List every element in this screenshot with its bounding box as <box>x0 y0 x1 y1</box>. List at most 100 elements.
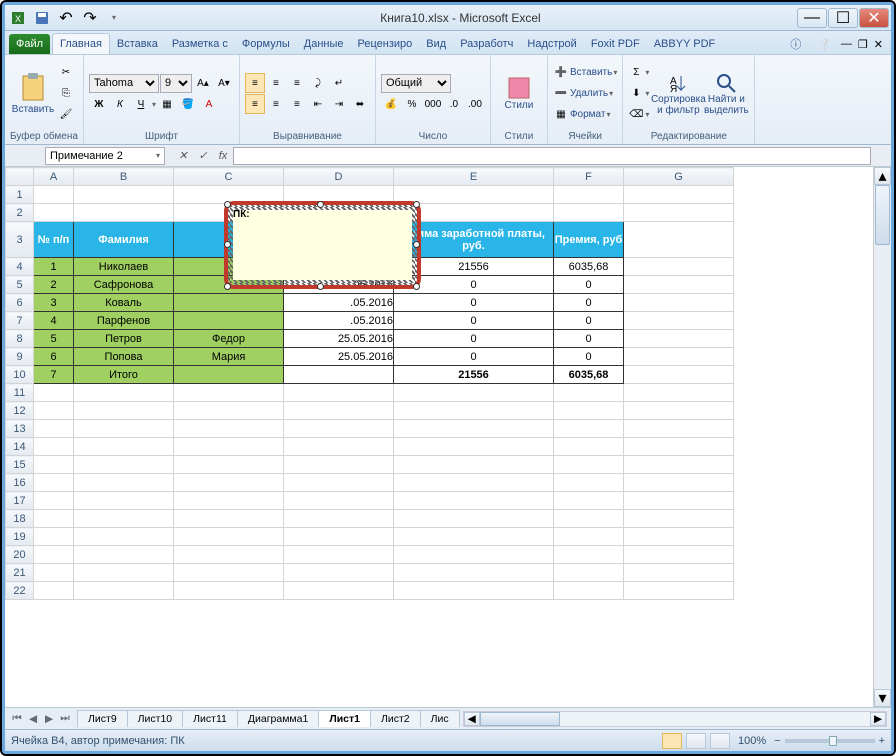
page-break-view-icon[interactable] <box>710 733 730 749</box>
underline-icon[interactable]: Ч <box>131 94 151 114</box>
find-select-button[interactable]: Найти и выделить <box>703 64 749 124</box>
row-header[interactable]: 1 <box>6 186 34 204</box>
increase-font-icon[interactable]: A▴ <box>193 73 213 93</box>
col-header[interactable]: E <box>394 168 554 186</box>
maximize-button[interactable]: ☐ <box>828 8 858 28</box>
font-size-select[interactable]: 9 <box>160 74 192 93</box>
col-header[interactable]: C <box>174 168 284 186</box>
col-header[interactable]: D <box>284 168 394 186</box>
comment-box[interactable]: ПК: <box>233 209 413 220</box>
sheet-tab[interactable]: Лист10 <box>127 710 184 727</box>
tab-insert[interactable]: Вставка <box>110 34 165 54</box>
sheet-tab[interactable]: Лист2 <box>370 710 421 727</box>
orientation-icon[interactable]: ⤸ <box>308 73 328 93</box>
italic-icon[interactable]: К <box>110 94 130 114</box>
cancel-fx-icon[interactable]: ✕ <box>173 147 193 165</box>
tab-layout[interactable]: Разметка с <box>165 34 235 54</box>
formula-input[interactable] <box>233 147 871 165</box>
align-left-icon[interactable]: ≡ <box>245 94 265 114</box>
format-cells-icon[interactable]: ▦ <box>553 107 569 123</box>
scroll-right-icon[interactable]: ▶ <box>870 712 886 726</box>
doc-close-button[interactable]: ✕ <box>874 38 883 51</box>
doc-minimize-button[interactable]: — <box>841 38 852 50</box>
sheet-tab[interactable]: Лист9 <box>77 710 128 727</box>
bold-icon[interactable]: Ж <box>89 94 109 114</box>
tab-nav-next-icon[interactable]: ▶ <box>41 711 57 727</box>
align-center-icon[interactable]: ≡ <box>266 94 286 114</box>
decrease-decimal-icon[interactable]: .00 <box>465 94 485 114</box>
font-color-icon[interactable]: A <box>199 94 219 114</box>
horizontal-scrollbar[interactable]: ◀ ▶ <box>463 711 887 727</box>
comma-icon[interactable]: 000 <box>423 94 443 114</box>
zoom-out-icon[interactable]: − <box>774 735 780 747</box>
delete-cells-icon[interactable]: ➖ <box>553 86 569 102</box>
page-layout-view-icon[interactable] <box>686 733 706 749</box>
wrap-text-icon[interactable]: ↵ <box>329 73 349 93</box>
col-header[interactable]: B <box>74 168 174 186</box>
align-top-icon[interactable]: ≡ <box>245 73 265 93</box>
scroll-thumb[interactable] <box>875 185 890 245</box>
tab-nav-last-icon[interactable]: ⏭ <box>57 711 73 727</box>
align-right-icon[interactable]: ≡ <box>287 94 307 114</box>
currency-icon[interactable]: 💰 <box>381 94 401 114</box>
tab-data[interactable]: Данные <box>297 34 351 54</box>
tab-nav-first-icon[interactable]: ⏮ <box>9 711 25 727</box>
format-painter-icon[interactable]: 🖌 <box>58 107 74 123</box>
align-middle-icon[interactable]: ≡ <box>266 73 286 93</box>
col-header[interactable]: G <box>624 168 734 186</box>
row-header[interactable]: 2 <box>6 204 34 222</box>
excel-icon[interactable]: X <box>7 8 29 28</box>
row-header[interactable]: 3 <box>6 222 34 258</box>
insert-cells-icon[interactable]: ➕ <box>553 65 569 81</box>
help-icon[interactable]: ❔ <box>813 34 835 54</box>
increase-indent-icon[interactable]: ⇥ <box>329 94 349 114</box>
hscroll-thumb[interactable] <box>480 712 560 726</box>
ribbon-minimize-icon[interactable]: ⓘ <box>785 34 807 54</box>
zoom-value[interactable]: 100% <box>738 735 766 747</box>
tab-file[interactable]: Файл <box>9 34 50 54</box>
enter-fx-icon[interactable]: ✓ <box>193 147 213 165</box>
increase-decimal-icon[interactable]: .0 <box>444 94 464 114</box>
close-button[interactable]: ✕ <box>859 8 889 28</box>
qat-menu-icon[interactable]: ▾ <box>103 8 125 28</box>
redo-icon[interactable]: ↷ <box>79 8 101 28</box>
copy-icon[interactable]: ⎘ <box>58 86 74 102</box>
tab-abbyy[interactable]: ABBYY PDF <box>647 34 723 54</box>
table-header[interactable]: Фамилия <box>74 222 174 258</box>
table-header[interactable] <box>174 222 284 258</box>
sheet-tab[interactable]: Диаграмма1 <box>237 710 319 727</box>
fx-icon[interactable]: fx <box>213 147 233 165</box>
table-header[interactable]: Сумма заработной платы, руб. <box>394 222 554 258</box>
tab-home[interactable]: Главная <box>52 33 110 54</box>
tab-view[interactable]: Вид <box>419 34 453 54</box>
zoom-in-icon[interactable]: + <box>879 735 885 747</box>
scroll-down-icon[interactable]: ▾ <box>874 689 891 707</box>
fill-color-icon[interactable]: 🪣 <box>178 94 198 114</box>
scroll-up-icon[interactable]: ▴ <box>874 167 891 185</box>
table-header[interactable]: Премия, руб <box>554 222 624 258</box>
tab-formulas[interactable]: Формулы <box>235 34 297 54</box>
decrease-indent-icon[interactable]: ⇤ <box>308 94 328 114</box>
percent-icon[interactable]: % <box>402 94 422 114</box>
tab-review[interactable]: Рецензиро <box>351 34 420 54</box>
decrease-font-icon[interactable]: A▾ <box>214 73 234 93</box>
vertical-scrollbar[interactable]: ▴ ▾ <box>873 167 891 707</box>
border-icon[interactable]: ▦ <box>157 94 177 114</box>
paste-button[interactable]: Вставить <box>10 64 56 124</box>
sort-filter-button[interactable]: AЯ Сортировка и фильтр <box>655 64 701 124</box>
font-name-select[interactable]: Tahoma <box>89 74 159 93</box>
align-bottom-icon[interactable]: ≡ <box>287 73 307 93</box>
sheet-tab[interactable]: Лист11 <box>182 710 238 727</box>
undo-icon[interactable]: ↶ <box>55 8 77 28</box>
fill-icon[interactable]: ⬇ <box>628 86 644 102</box>
scroll-left-icon[interactable]: ◀ <box>464 712 480 726</box>
cut-icon[interactable]: ✂ <box>58 65 74 81</box>
styles-button[interactable]: Стили <box>496 64 542 124</box>
merge-icon[interactable]: ⬌ <box>350 94 370 114</box>
autosum-icon[interactable]: Σ <box>628 65 644 81</box>
tab-addins[interactable]: Надстрой <box>520 34 583 54</box>
name-box[interactable]: Примечание 2▾ <box>45 147 165 165</box>
clear-icon[interactable]: ⌫ <box>628 107 644 123</box>
zoom-slider[interactable] <box>785 739 875 743</box>
tab-nav-prev-icon[interactable]: ◀ <box>25 711 41 727</box>
